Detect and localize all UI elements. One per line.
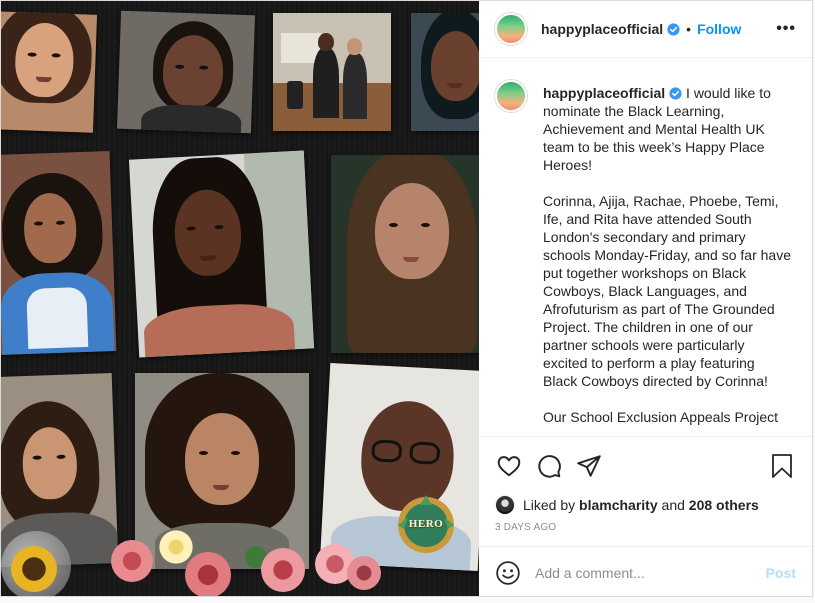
photo-tile	[411, 13, 479, 131]
photo-tile	[331, 155, 479, 353]
verified-badge-icon	[669, 87, 682, 100]
more-options-icon[interactable]: •••	[776, 20, 796, 38]
post-header: happyplaceofficial • Follow •••	[479, 1, 812, 58]
likes-prefix: Liked by	[523, 497, 576, 513]
share-button[interactable]	[575, 452, 603, 480]
caption-paragraph: happyplaceofficial I would like to nomin…	[543, 84, 791, 174]
save-button[interactable]	[768, 452, 796, 480]
heart-icon	[497, 455, 521, 476]
author-username[interactable]: happyplaceofficial	[541, 21, 663, 37]
author-avatar[interactable]	[495, 13, 527, 45]
post-image-collage[interactable]: HERO	[1, 1, 479, 596]
liker-avatar[interactable]	[495, 495, 515, 515]
likes-joiner: and	[661, 497, 685, 513]
liker-username[interactable]: blamcharity	[579, 497, 658, 513]
photo-tile	[1, 151, 117, 355]
likes-summary: Liked by blamcharity and 208 others	[479, 494, 812, 516]
photo-tile	[116, 10, 256, 134]
caption-paragraph: Corinna, Ajija, Rachae, Phoebe, Temi, If…	[543, 193, 791, 389]
comment-composer: Post	[479, 546, 812, 596]
post-actions-bar	[479, 436, 812, 494]
photo-tile	[128, 150, 315, 358]
caption-scroll-area[interactable]: happyplaceofficial I would like to nomin…	[479, 58, 812, 436]
comment-icon	[538, 454, 561, 478]
header-separator: •	[686, 21, 692, 37]
caption-paragraph: Our School Exclusion Appeals Project	[543, 409, 779, 425]
caption-username[interactable]: happyplaceofficial	[543, 85, 665, 101]
comment-button[interactable]	[535, 452, 563, 480]
caption-author-avatar[interactable]	[495, 80, 527, 112]
bookmark-icon	[772, 453, 792, 478]
rose-garland-decoration	[101, 526, 391, 596]
photo-tile	[273, 13, 391, 131]
sunflower-decoration	[11, 546, 57, 592]
instagram-post: HERO happyplaceofficial • Follow ••• hap…	[0, 0, 813, 597]
smiley-icon[interactable]	[495, 560, 521, 586]
hero-badge: HERO	[394, 493, 458, 557]
post-comment-button[interactable]: Post	[766, 565, 796, 581]
follow-button[interactable]: Follow	[697, 21, 741, 37]
comment-input[interactable]	[535, 564, 766, 581]
likes-count[interactable]: 208 others	[689, 497, 759, 513]
photo-tile	[1, 11, 98, 133]
post-side-panel: happyplaceofficial • Follow ••• happypla…	[479, 1, 812, 596]
post-timestamp[interactable]: 3 DAYS AGO	[479, 516, 812, 546]
verified-badge-icon	[667, 22, 680, 36]
post-caption: happyplaceofficial I would like to nomin…	[543, 84, 791, 436]
paper-plane-icon	[577, 454, 601, 477]
hero-badge-text: HERO	[408, 518, 444, 530]
like-button[interactable]	[495, 452, 523, 480]
